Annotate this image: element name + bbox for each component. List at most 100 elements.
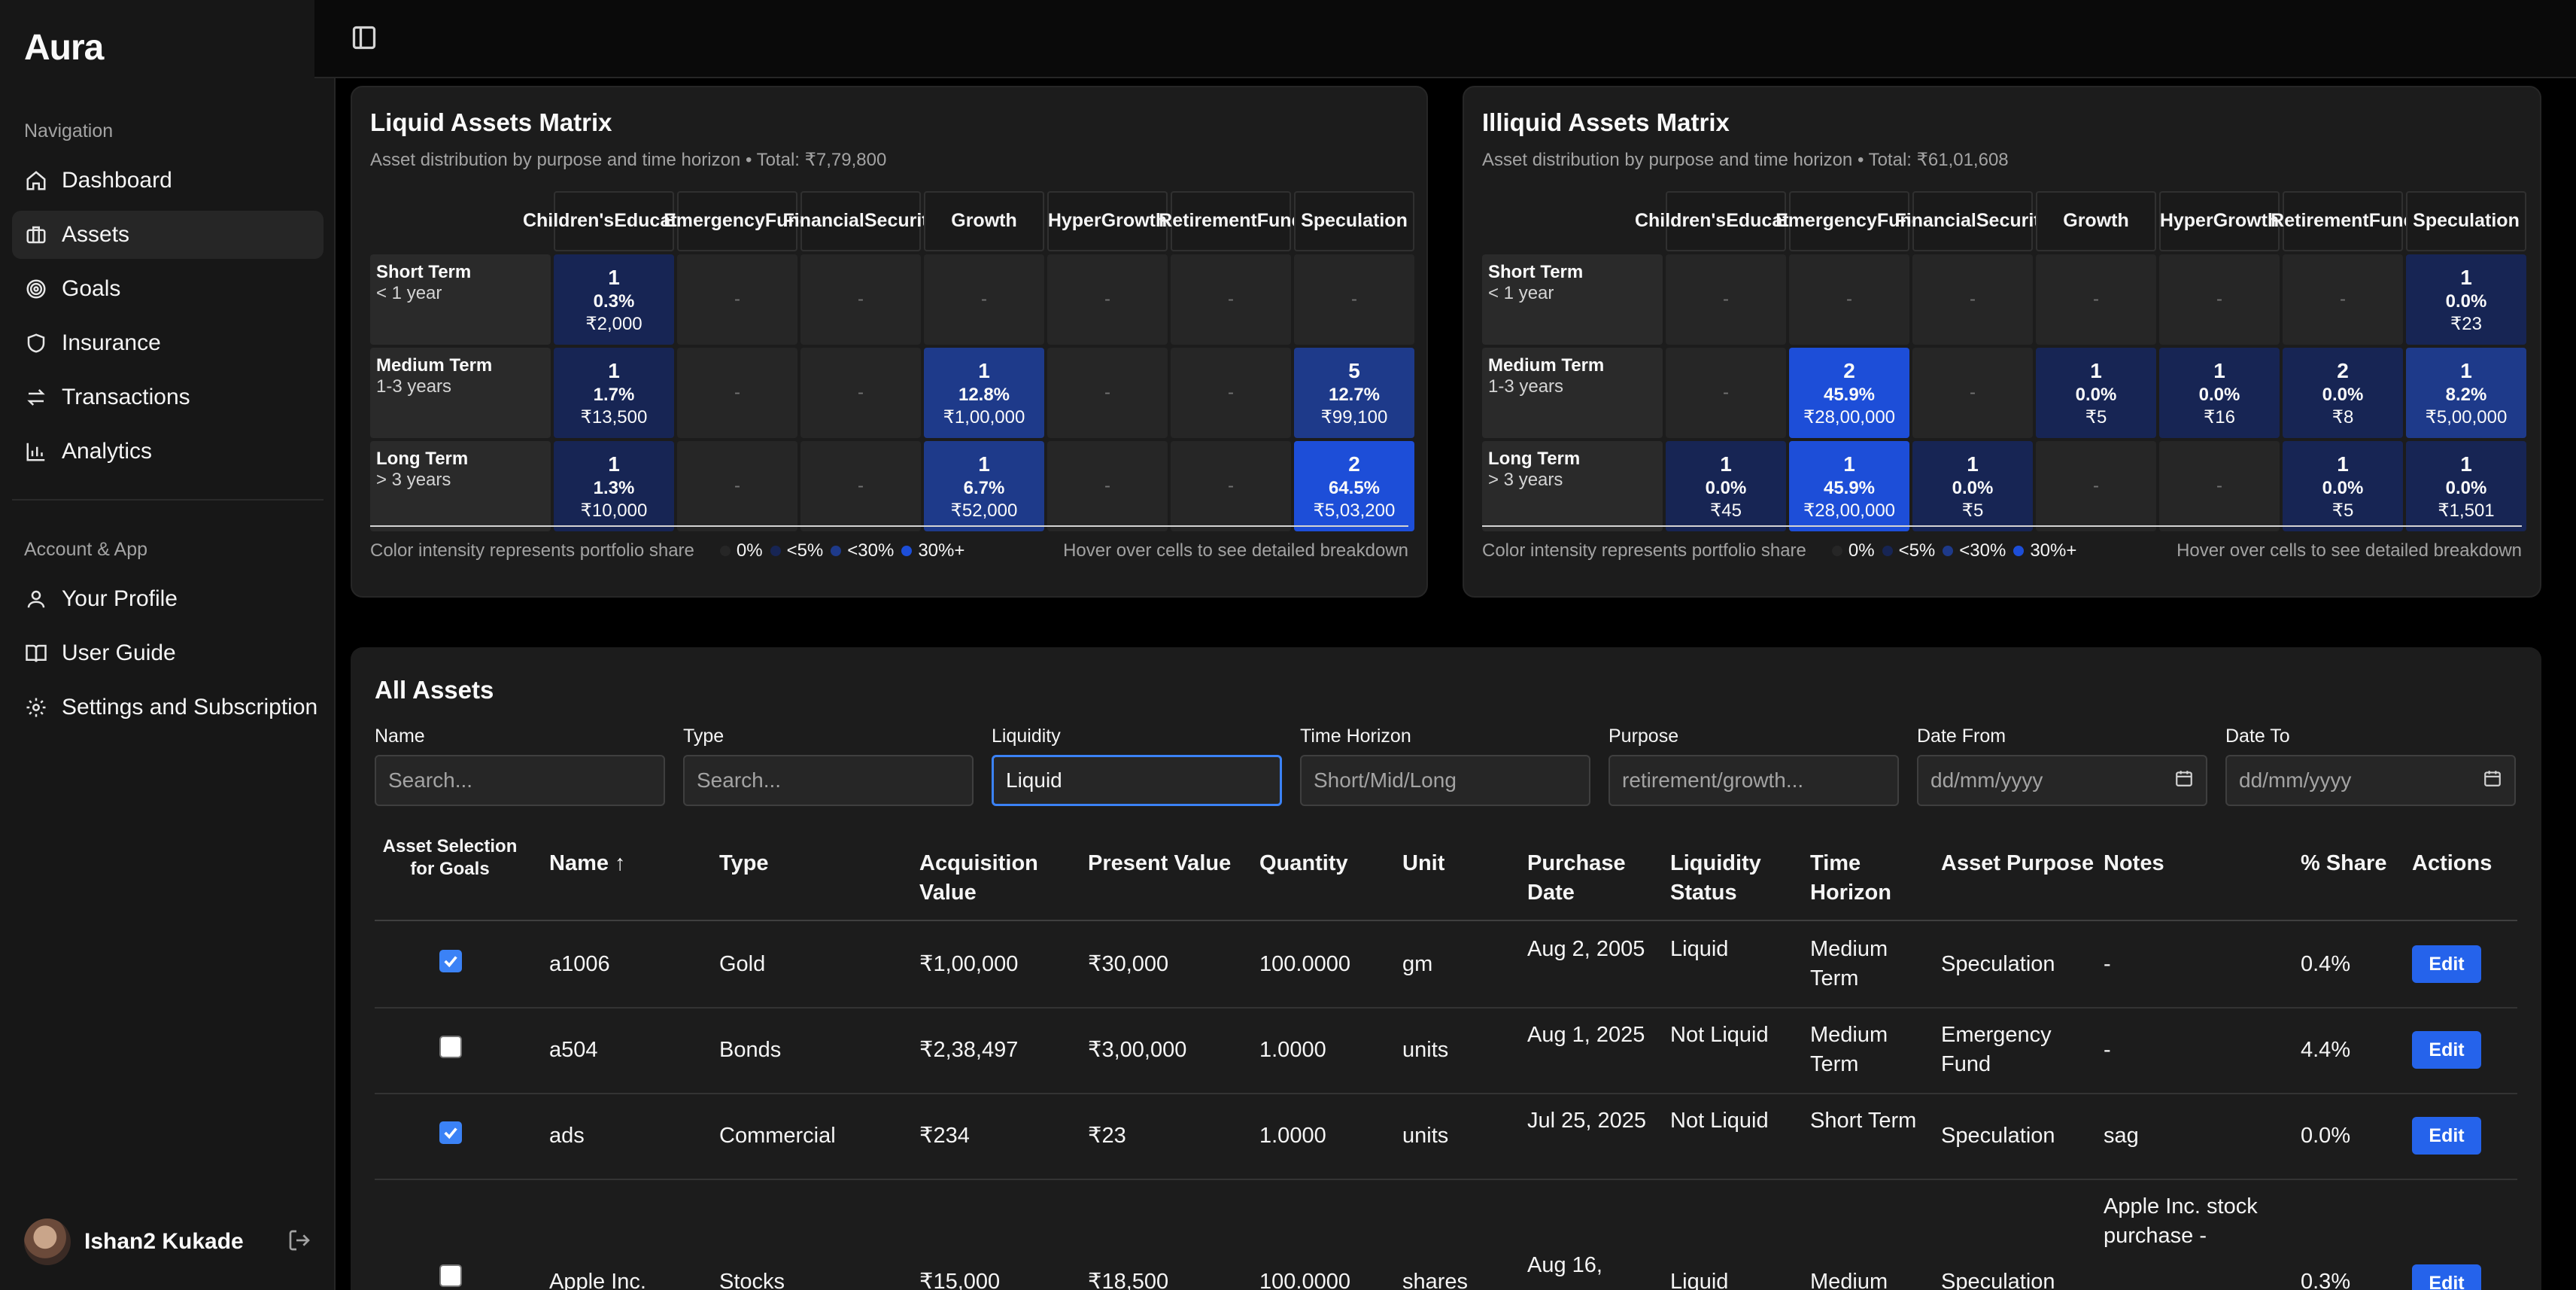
matrix-cell[interactable]: 2 0.0% ₹8 [2283, 348, 2403, 438]
legend-dot [1882, 546, 1893, 556]
filter-input[interactable]: retirement/growth... [1608, 755, 1899, 806]
goal-selection-checkbox[interactable] [439, 1264, 462, 1287]
matrix-cell[interactable]: - [2159, 254, 2280, 345]
goal-selection-checkbox[interactable] [439, 1121, 462, 1144]
sidebar-toggle-icon[interactable] [351, 24, 381, 54]
date-input[interactable]: dd/mm/yyyy [1917, 755, 2207, 806]
filter-input-text: Liquid [1006, 768, 1062, 792]
edit-button[interactable]: Edit [2412, 1264, 2481, 1290]
sidebar-item-dashboard[interactable]: Dashboard [12, 157, 324, 205]
matrix-cell[interactable]: - [2036, 441, 2156, 531]
matrix-cell[interactable]: 1 0.0% ₹45 [1666, 441, 1786, 531]
empty-cell-dash: - [734, 476, 740, 496]
column-header-name[interactable]: Name ↑ [549, 849, 715, 878]
matrix-cell[interactable]: 2 64.5% ₹5,03,200 [1294, 441, 1414, 531]
matrix-cell[interactable]: 1 1.3% ₹10,000 [554, 441, 674, 531]
matrix-cell[interactable]: - [1912, 348, 2033, 438]
matrix-cell[interactable]: 1 0.0% ₹1,501 [2406, 441, 2526, 531]
matrix-cell[interactable]: 1 6.7% ₹52,000 [924, 441, 1044, 531]
calendar-icon[interactable] [2483, 768, 2502, 793]
sidebar-item-goals[interactable]: Goals [12, 265, 324, 313]
sidebar-item-label: Assets [62, 222, 130, 247]
column-header-goal-selection: Asset Selection for Goals [382, 836, 518, 879]
matrix-cell[interactable]: - [677, 348, 797, 438]
column-header-line: Hyper [1047, 210, 1101, 232]
empty-cell-dash: - [1723, 289, 1729, 309]
matrix-cell[interactable]: 1 45.9% ₹28,00,000 [1789, 441, 1909, 531]
matrix-cell[interactable]: - [800, 441, 921, 531]
matrix-cell[interactable]: 1 0.0% ₹23 [2406, 254, 2526, 345]
column-header-line: Children's [522, 210, 615, 232]
empty-cell-dash: - [1846, 289, 1852, 309]
cell-type: Commercial [719, 1124, 836, 1148]
matrix-cell[interactable]: - [1171, 254, 1291, 345]
filter-input[interactable]: Search... [683, 755, 974, 806]
edit-button[interactable]: Edit [2412, 1117, 2481, 1155]
matrix-cell[interactable]: - [677, 254, 797, 345]
sidebar-item-settings-and-subscription[interactable]: Settings and Subscription [12, 683, 324, 732]
user-profile-row[interactable]: Ishan2 Kukade [24, 1218, 311, 1266]
column-header-time-horizon: Time Horizon [1810, 851, 1891, 905]
column-header-present-value: Present Value [1088, 851, 1232, 875]
sidebar-item-analytics[interactable]: Analytics [12, 427, 324, 476]
matrix-cell[interactable]: - [2159, 441, 2280, 531]
sidebar-item-transactions[interactable]: Transactions [12, 373, 324, 421]
matrix-cell[interactable]: - [1789, 254, 1909, 345]
table-row: Apple Inc. Stocks ₹15,000 ₹18,500 100.0000 sh… [375, 1179, 2517, 1290]
logout-icon[interactable] [287, 1228, 311, 1256]
brand-logo[interactable]: Aura [24, 27, 104, 68]
matrix-cell[interactable]: 1 0.0% ₹5 [2283, 441, 2403, 531]
matrix-cell[interactable]: 1 0.0% ₹5 [1912, 441, 2033, 531]
legend-label: 0% [736, 540, 763, 561]
row-horizon-range: > 3 years [1488, 469, 1563, 490]
cell-count: 1 [2460, 452, 2472, 476]
filter-input[interactable]: Short/Mid/Long [1300, 755, 1590, 806]
goal-selection-checkbox[interactable] [439, 950, 462, 972]
matrix-cell[interactable]: - [2283, 254, 2403, 345]
matrix-cell[interactable]: - [1171, 348, 1291, 438]
matrix-cell[interactable]: - [924, 254, 1044, 345]
sidebar-item-user-guide[interactable]: User Guide [12, 629, 324, 677]
calendar-icon[interactable] [2174, 768, 2194, 793]
matrix-row-header: Short Term < 1 year [1482, 254, 1663, 345]
matrix-column-header: Children's Education [523, 191, 705, 251]
matrix-cell[interactable]: - [1047, 441, 1168, 531]
matrix-column-header: Hyper Growth [1047, 191, 1168, 251]
matrix-cell[interactable]: - [1666, 348, 1786, 438]
matrix-cell[interactable]: 1 8.2% ₹5,00,000 [2406, 348, 2526, 438]
matrix-cell[interactable]: 5 12.7% ₹99,100 [1294, 348, 1414, 438]
filter-input[interactable]: Search... [375, 755, 665, 806]
filter-label: Time Horizon [1300, 726, 1411, 747]
column-header-line: Growth [2063, 210, 2129, 232]
filter-label: Name [375, 726, 425, 747]
matrix-cell[interactable]: - [1171, 441, 1291, 531]
matrix-cell[interactable]: - [800, 254, 921, 345]
matrix-cell[interactable]: - [1047, 254, 1168, 345]
edit-button[interactable]: Edit [2412, 1031, 2481, 1069]
cell-amount: ₹16 [2204, 406, 2235, 427]
matrix-cell[interactable]: 1 0.0% ₹16 [2159, 348, 2280, 438]
goal-selection-checkbox[interactable] [439, 1036, 462, 1058]
matrix-cell[interactable]: 1 0.0% ₹5 [2036, 348, 2156, 438]
date-input[interactable]: dd/mm/yyyy [2225, 755, 2516, 806]
matrix-cell[interactable]: 1 0.3% ₹2,000 [554, 254, 674, 345]
edit-button[interactable]: Edit [2412, 945, 2481, 983]
matrix-cell[interactable]: 1 12.8% ₹1,00,000 [924, 348, 1044, 438]
sidebar-item-assets[interactable]: Assets [12, 211, 324, 259]
matrix-cell[interactable]: - [677, 441, 797, 531]
matrix-cell[interactable]: 2 45.9% ₹28,00,000 [1789, 348, 1909, 438]
matrix-cell[interactable]: - [800, 348, 921, 438]
matrix-cell[interactable]: - [1912, 254, 2033, 345]
sidebar-item-insurance[interactable]: Insurance [12, 319, 324, 367]
matrix-cell[interactable]: - [1666, 254, 1786, 345]
avatar[interactable] [24, 1219, 71, 1265]
matrix-cell[interactable]: - [2036, 254, 2156, 345]
sidebar-item-your-profile[interactable]: Your Profile [12, 575, 324, 623]
matrix-cell[interactable]: - [1294, 254, 1414, 345]
cell-acquisition-value: ₹2,38,497 [919, 1038, 1019, 1062]
filter-time-horizon: Time Horizon Short/Mid/Long [1300, 726, 1590, 806]
matrix-cell[interactable]: 1 1.7% ₹13,500 [554, 348, 674, 438]
empty-cell-dash: - [1104, 476, 1110, 496]
matrix-cell[interactable]: - [1047, 348, 1168, 438]
filter-input[interactable]: Liquid [992, 755, 1282, 806]
